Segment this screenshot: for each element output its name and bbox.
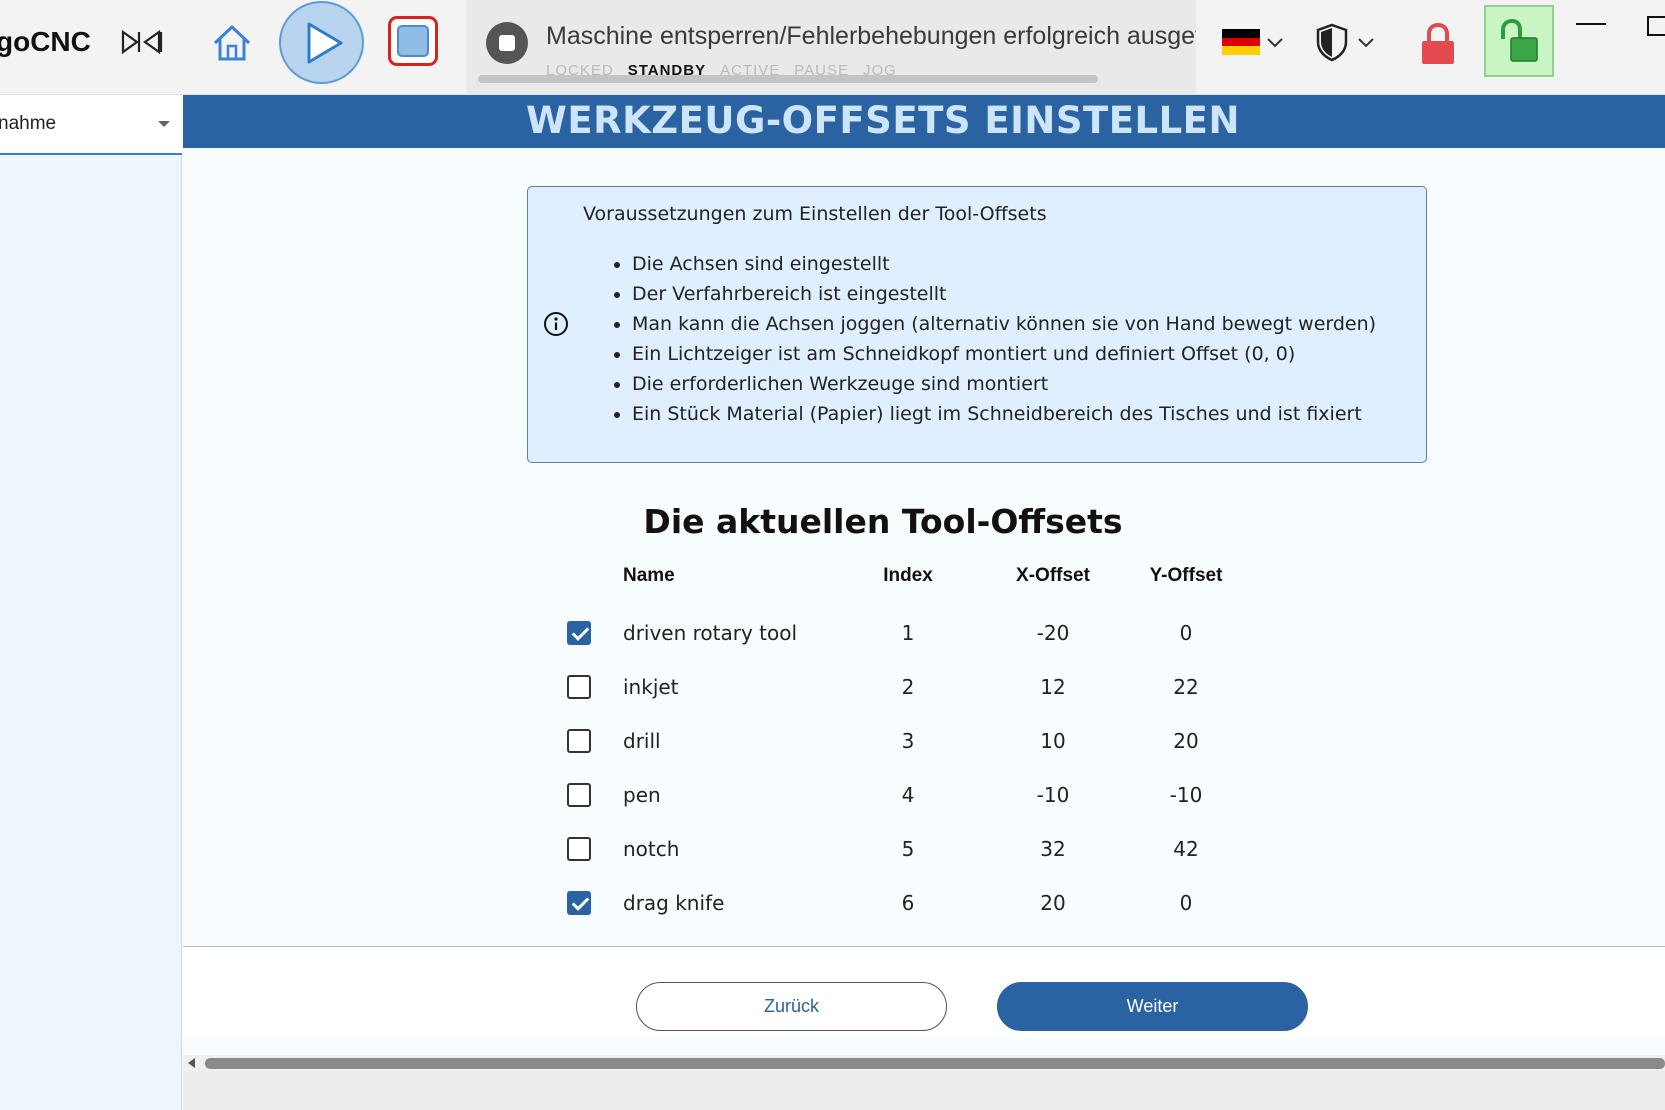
table-row: driven rotary tool 1 -20 0 (567, 607, 1287, 661)
language-selector[interactable] (1220, 24, 1286, 60)
lock-open-icon (1501, 19, 1538, 62)
scrollbar-thumb[interactable] (205, 1058, 1665, 1069)
tool-checkbox[interactable] (567, 891, 591, 915)
tool-name: pen (623, 783, 661, 807)
top-toolbar: goCNC Maschine entsperren/Fehlerbehebung… (0, 0, 1665, 95)
status-stop-icon (486, 22, 528, 64)
chevron-down-icon (1267, 38, 1283, 48)
security-selector[interactable] (1312, 20, 1378, 64)
wizard-footer: Zurück Weiter (183, 947, 1665, 1037)
tool-y-offset: 0 (1179, 621, 1193, 645)
unlock-button[interactable] (1484, 5, 1554, 77)
column-header-name: Name (623, 565, 675, 586)
tool-index: 2 (901, 675, 915, 699)
tool-y-offset: 22 (1173, 675, 1199, 699)
tool-x-offset: 20 (1040, 891, 1066, 915)
maximize-button[interactable] (1645, 14, 1665, 38)
tool-checkbox[interactable] (567, 783, 591, 807)
prerequisites-info-box: Voraussetzungen zum Einstellen der Tool-… (527, 186, 1427, 463)
table-row: notch 5 32 42 (567, 823, 1287, 877)
next-button[interactable]: Weiter (997, 982, 1308, 1031)
play-icon (307, 22, 342, 63)
lock-closed-icon (1422, 22, 1454, 64)
play-button[interactable] (279, 1, 364, 84)
app-name: goCNC (0, 26, 91, 57)
table-row: pen 4 -10 -10 (567, 769, 1287, 823)
list-item: Man kann die Achsen joggen (alternativ k… (632, 309, 1376, 339)
sidebar: nahme (0, 95, 182, 1110)
tool-x-offset: -10 (1036, 783, 1070, 807)
status-message: Maschine entsperren/Fehlerbehebungen erf… (546, 22, 1196, 50)
tool-index: 4 (901, 783, 915, 807)
table-row: inkjet 2 12 22 (567, 661, 1287, 715)
back-button[interactable]: Zurück (636, 982, 947, 1031)
chevron-down-icon (1358, 38, 1374, 48)
status-scrollbar[interactable] (478, 75, 1098, 83)
tool-checkbox[interactable] (567, 837, 591, 861)
tool-x-offset: 12 (1040, 675, 1066, 699)
tool-y-offset: 42 (1173, 837, 1199, 861)
info-heading: Voraussetzungen zum Einstellen der Tool-… (583, 203, 1047, 225)
column-header-x-offset: X-Offset (1016, 565, 1090, 586)
shield-icon (1316, 23, 1348, 62)
tool-checkbox[interactable] (567, 729, 591, 753)
tool-x-offset: 10 (1040, 729, 1066, 753)
skip-icon (121, 30, 163, 54)
tool-y-offset: 20 (1173, 729, 1199, 753)
dropdown-arrow-icon (158, 121, 170, 127)
page-title-bar: WERKZEUG-OFFSETS EINSTELLEN (183, 95, 1665, 148)
info-icon (544, 312, 568, 336)
column-header-y-offset: Y-Offset (1149, 565, 1223, 586)
tool-name: drill (623, 729, 661, 753)
skip-button[interactable] (116, 22, 168, 62)
tool-name: notch (623, 837, 680, 861)
tool-x-offset: -20 (1036, 621, 1070, 645)
status-panel: Maschine entsperren/Fehlerbehebungen erf… (466, 0, 1196, 95)
main-content: WERKZEUG-OFFSETS EINSTELLEN Voraussetzun… (183, 95, 1665, 1110)
list-item: Der Verfahrbereich ist eingestellt (632, 279, 1376, 309)
bottom-strip (183, 1071, 1665, 1110)
table-row: drill 3 10 20 (567, 715, 1287, 769)
home-button[interactable] (206, 18, 258, 68)
tool-index: 3 (901, 729, 915, 753)
list-item: Ein Lichtzeiger ist am Schneidkopf monti… (632, 339, 1376, 369)
tool-name: inkjet (623, 675, 679, 699)
tool-checkbox[interactable] (567, 621, 591, 645)
tool-y-offset: 0 (1179, 891, 1193, 915)
tool-index: 1 (901, 621, 915, 645)
home-icon (213, 25, 251, 61)
tool-index: 6 (901, 891, 915, 915)
minimize-icon (1576, 23, 1606, 25)
lock-button[interactable] (1414, 18, 1462, 70)
offsets-heading: Die aktuellen Tool-Offsets (643, 502, 1123, 541)
tool-name: driven rotary tool (623, 621, 798, 645)
tool-name: drag knife (623, 891, 725, 915)
stop-icon (397, 25, 429, 57)
maximize-icon (1647, 16, 1665, 36)
tool-index: 5 (901, 837, 915, 861)
page-title: WERKZEUG-OFFSETS EINSTELLEN (526, 99, 1240, 142)
scroll-left-arrow-icon[interactable] (188, 1058, 195, 1068)
stop-button[interactable] (388, 16, 438, 66)
minimize-button[interactable] (1574, 14, 1608, 34)
wizard-select[interactable]: nahme (0, 95, 182, 155)
tool-y-offset: -10 (1169, 783, 1203, 807)
wizard-select-value: nahme (0, 113, 57, 134)
horizontal-scrollbar[interactable] (183, 1055, 1665, 1071)
tool-x-offset: 32 (1040, 837, 1066, 861)
list-item: Die erforderlichen Werkzeuge sind montie… (632, 369, 1376, 399)
prerequisites-list: Die Achsen sind eingestellt Der Verfahrb… (632, 249, 1376, 429)
list-item: Die Achsen sind eingestellt (632, 249, 1376, 279)
list-item: Ein Stück Material (Papier) liegt im Sch… (632, 399, 1376, 429)
table-row: drag knife 6 20 0 (567, 877, 1287, 931)
german-flag-icon (1222, 29, 1260, 55)
column-header-index: Index (883, 565, 933, 586)
tool-checkbox[interactable] (567, 675, 591, 699)
